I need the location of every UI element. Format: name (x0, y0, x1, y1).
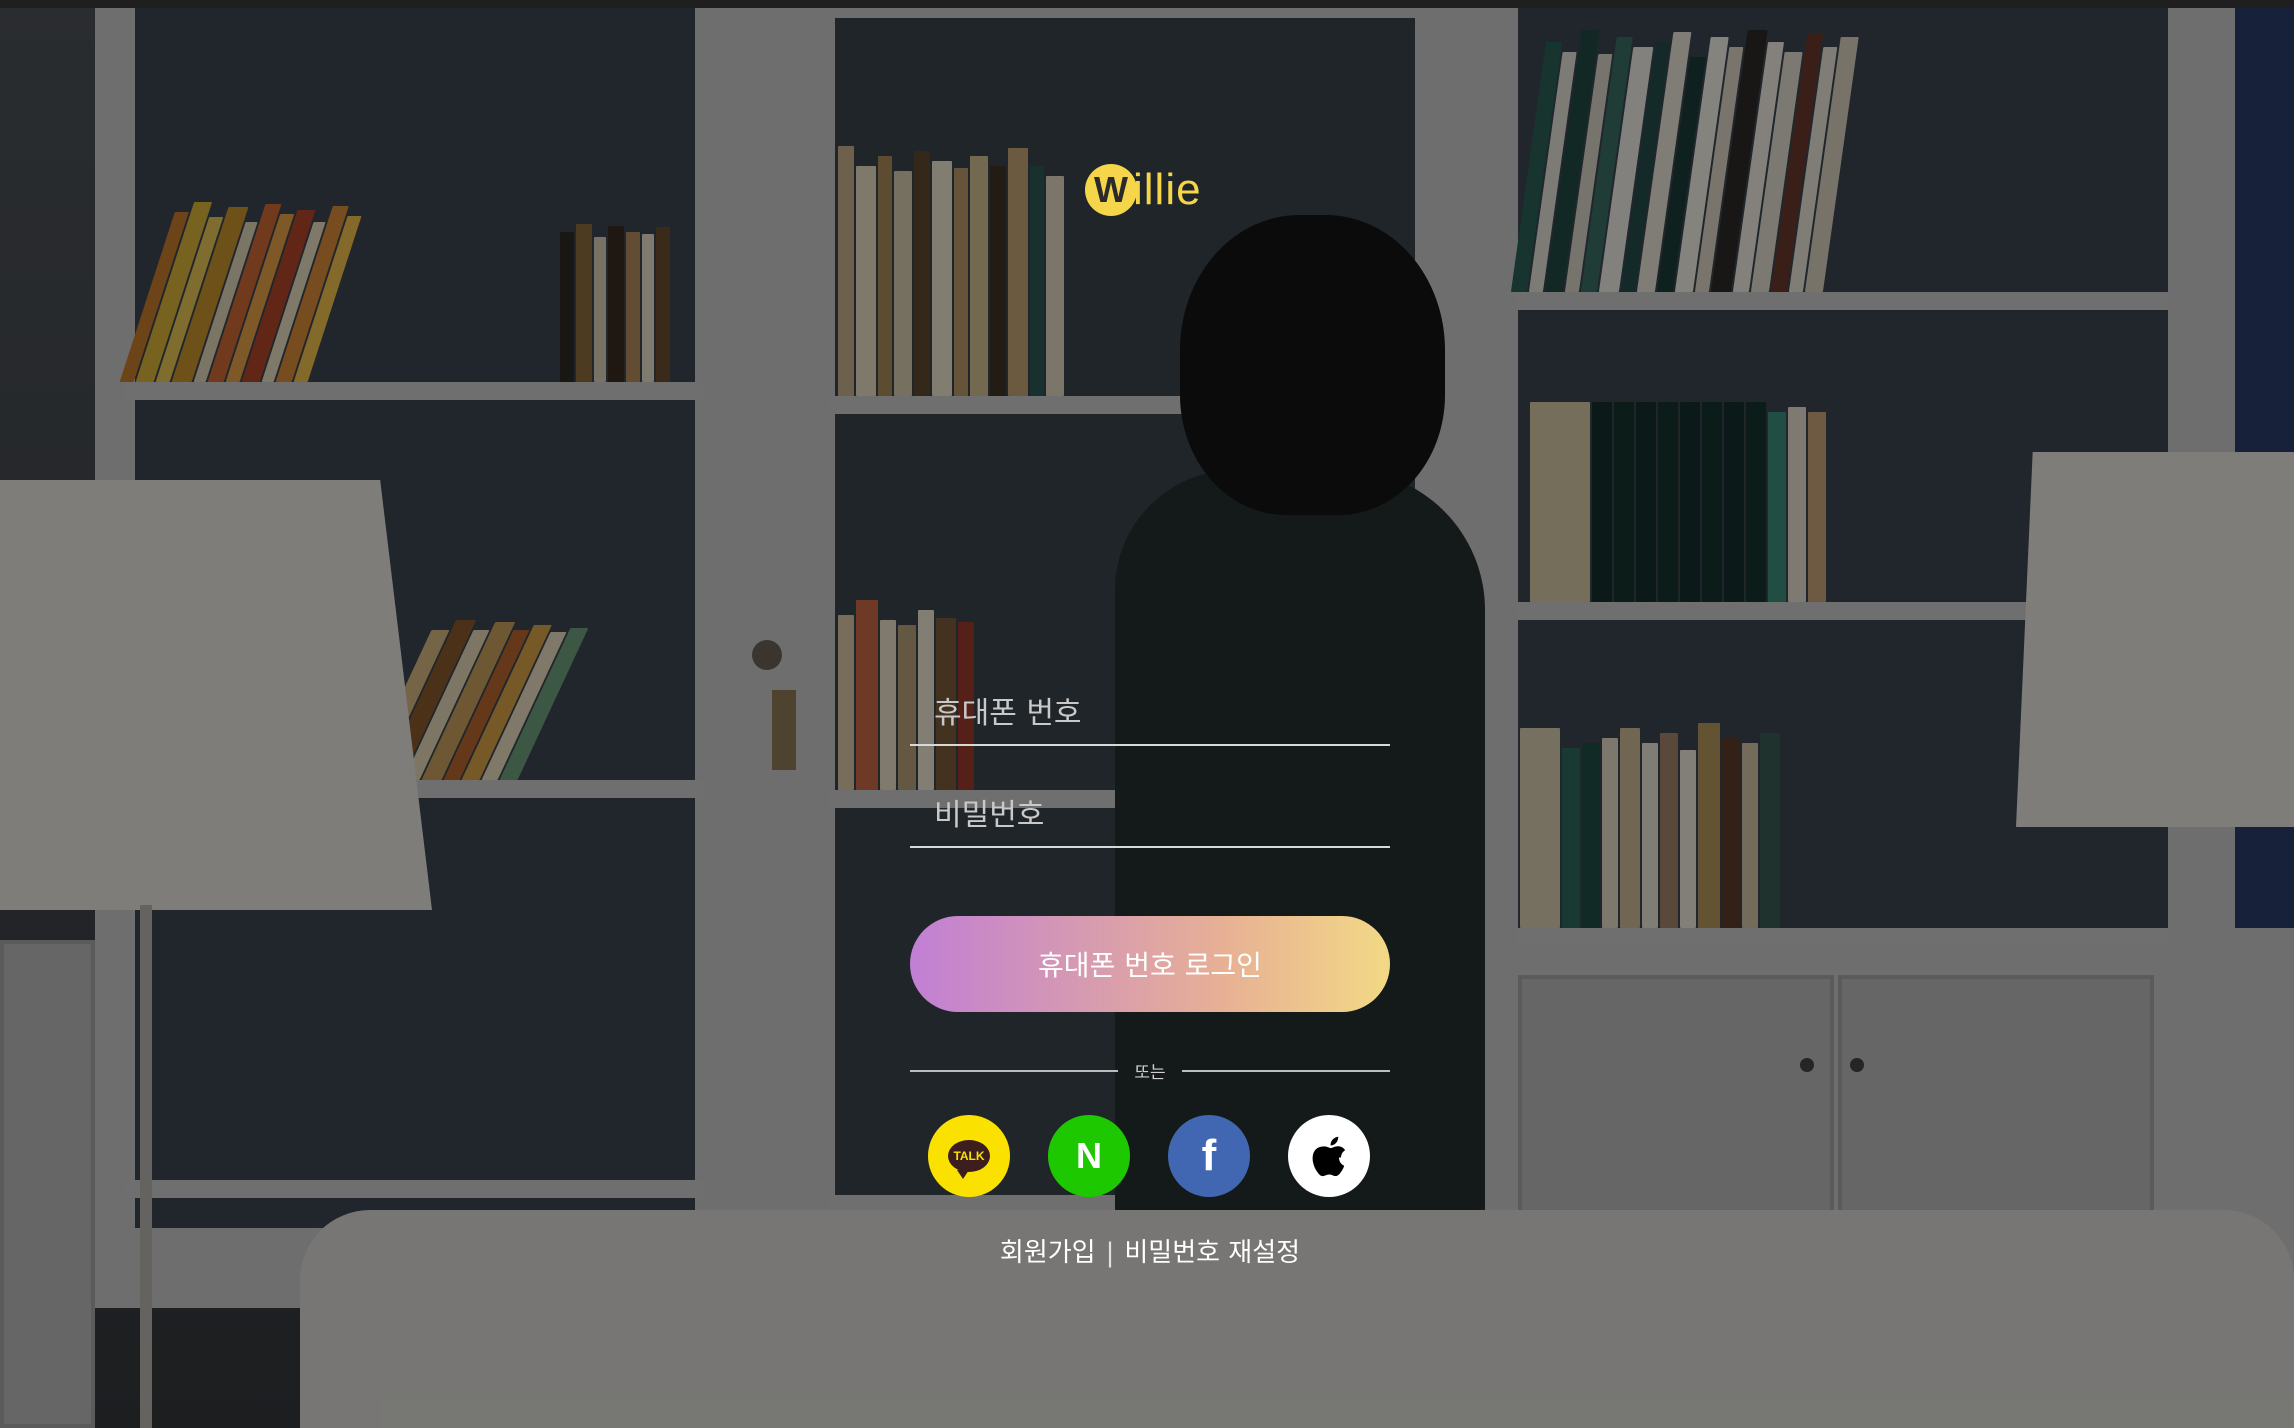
apple-icon (1312, 1136, 1346, 1177)
divider-line-right (1182, 1070, 1390, 1072)
password-field (910, 784, 1390, 848)
kakaotalk-icon: TALK (948, 1140, 990, 1179)
kakao-icon-label: TALK (953, 1149, 985, 1163)
naver-icon: N (1076, 1135, 1102, 1176)
facebook-login-button[interactable]: f (1168, 1115, 1250, 1197)
signup-link[interactable]: 회원가입 (1000, 1238, 1096, 1268)
logo-w-badge: W (1085, 164, 1137, 216)
link-separator: | (1105, 1238, 1115, 1268)
facebook-icon: f (1201, 1131, 1217, 1180)
reset-password-link[interactable]: 비밀번호 재설정 (1124, 1238, 1300, 1268)
or-divider: 또는 (910, 1056, 1390, 1086)
apple-login-button[interactable] (1288, 1115, 1370, 1197)
account-links: 회원가입 | 비밀번호 재설정 (910, 1232, 1390, 1269)
willie-logo: W illie (1085, 160, 1202, 220)
naver-login-button[interactable]: N (1048, 1115, 1130, 1197)
logo-text: illie (1133, 165, 1202, 214)
phone-login-button[interactable]: 휴대폰 번호 로그인 (910, 916, 1390, 1012)
phone-field (910, 682, 1390, 746)
phone-input[interactable] (910, 682, 1390, 744)
password-input[interactable] (910, 784, 1390, 846)
kakao-login-button[interactable]: TALK (928, 1115, 1010, 1197)
